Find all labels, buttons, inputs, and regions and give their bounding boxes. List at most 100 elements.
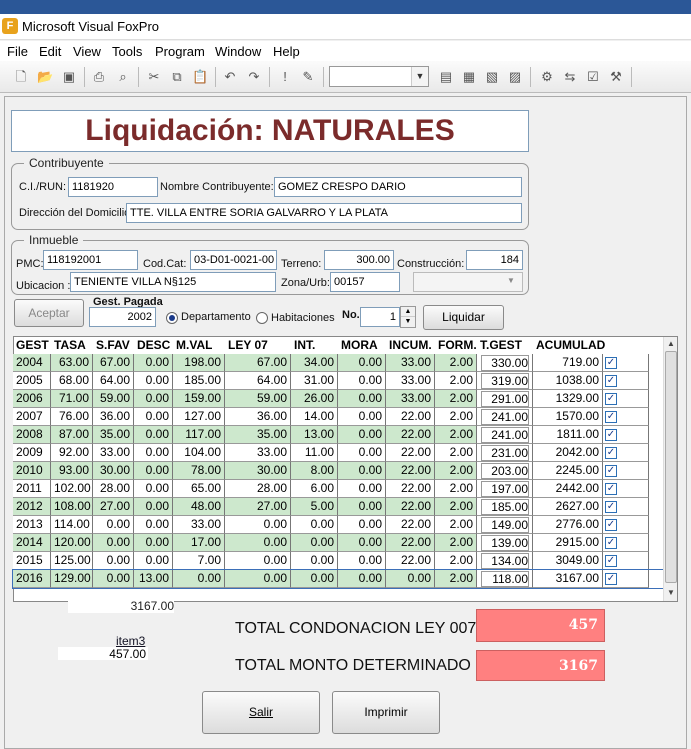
tgest-value[interactable]: 241.00 bbox=[481, 427, 529, 443]
chevron-down-icon[interactable]: ▼ bbox=[401, 317, 415, 327]
checkbox-icon[interactable]: ✓ bbox=[605, 393, 617, 405]
chevron-down-icon[interactable]: ▼ bbox=[664, 586, 678, 600]
salir-button[interactable]: Salir bbox=[202, 691, 320, 734]
checkbox-icon[interactable]: ✓ bbox=[605, 357, 617, 369]
redo-icon[interactable]: ↷ bbox=[245, 68, 263, 86]
menu-view[interactable]: View bbox=[73, 44, 101, 59]
gest-pagada-field[interactable]: 2002 bbox=[89, 307, 156, 327]
run-icon[interactable]: ! bbox=[276, 68, 294, 86]
tgest-value[interactable]: 203.00 bbox=[481, 463, 529, 479]
table-row[interactable]: 2011 102.00 28.00 0.00 65.00 28.00 6.00 0.00 22.… bbox=[13, 480, 663, 498]
checkbox-icon[interactable]: ✓ bbox=[605, 501, 617, 513]
menu-file[interactable]: File bbox=[7, 44, 28, 59]
tgest-value[interactable]: 197.00 bbox=[481, 481, 529, 497]
table-row[interactable]: 2010 93.00 30.00 0.00 78.00 30.00 8.00 0.00 22.0… bbox=[13, 462, 663, 480]
checkbox-icon[interactable]: ✓ bbox=[605, 447, 617, 459]
grid-cell-int: 5.00 bbox=[291, 498, 338, 516]
wrench-icon[interactable]: ⚒ bbox=[607, 68, 625, 86]
table-row[interactable]: 2013 114.00 0.00 0.00 33.00 0.00 0.00 0.00 22.00… bbox=[13, 516, 663, 534]
print-icon[interactable]: ⎙ bbox=[90, 68, 108, 86]
grid-cell-acumulad: 2776.00 bbox=[533, 516, 603, 534]
terreno-field[interactable]: 300.00 bbox=[324, 250, 394, 270]
undo-icon[interactable]: ↶ bbox=[221, 68, 239, 86]
table-row[interactable]: 2008 87.00 35.00 0.00 117.00 35.00 13.00 0.00 22… bbox=[13, 426, 663, 444]
class-browser-icon[interactable]: ⇆ bbox=[561, 68, 579, 86]
form-control-icon[interactable]: ☑ bbox=[584, 68, 602, 86]
open-folder-icon[interactable]: 📂 bbox=[36, 68, 54, 86]
tgest-value[interactable]: 134.00 bbox=[481, 553, 529, 569]
menu-edit[interactable]: Edit bbox=[39, 44, 61, 59]
cut-icon[interactable]: ✂ bbox=[145, 68, 163, 86]
no-spinner[interactable]: ▲ ▼ bbox=[400, 306, 416, 328]
chevron-down-icon[interactable]: ▼ bbox=[507, 276, 515, 285]
checkbox-icon[interactable]: ✓ bbox=[605, 411, 617, 423]
checkbox-icon[interactable]: ✓ bbox=[605, 573, 617, 585]
data-session-icon[interactable]: ▤ bbox=[437, 68, 455, 86]
chevron-down-icon[interactable]: ▼ bbox=[411, 67, 428, 86]
table-row[interactable]: 2015 125.00 0.00 0.00 7.00 0.00 0.00 0.00 22.00 2… bbox=[13, 552, 663, 570]
menu-program[interactable]: Program bbox=[155, 44, 205, 59]
zona-field[interactable]: 00157 bbox=[330, 272, 400, 292]
chevron-up-icon[interactable]: ▲ bbox=[401, 307, 415, 317]
tgest-value[interactable]: 330.00 bbox=[481, 355, 529, 371]
chevron-up-icon[interactable]: ▲ bbox=[664, 337, 678, 351]
construccion-field[interactable]: 184 bbox=[466, 250, 523, 270]
menu-tools[interactable]: Tools bbox=[112, 44, 142, 59]
table-row[interactable]: 2014 120.00 0.00 0.00 17.00 0.00 0.00 0.00 22.00… bbox=[13, 534, 663, 552]
nombre-field[interactable]: GOMEZ CRESPO DARIO bbox=[274, 177, 522, 197]
tgest-value[interactable]: 118.00 bbox=[481, 571, 529, 587]
report-icon[interactable]: ⚙ bbox=[538, 68, 556, 86]
save-icon[interactable]: ▣ bbox=[60, 68, 78, 86]
ubicacion-field[interactable]: TENIENTE VILLA N§125 bbox=[70, 272, 276, 292]
tgest-value[interactable]: 149.00 bbox=[481, 517, 529, 533]
form-designer-icon[interactable]: ▨ bbox=[506, 68, 524, 86]
table-row[interactable]: 2004 63.00 67.00 0.00 198.00 67.00 34.00 0.00 33… bbox=[13, 354, 663, 372]
code-window-icon[interactable]: ▧ bbox=[483, 68, 501, 86]
checkbox-icon[interactable]: ✓ bbox=[605, 465, 617, 477]
grid-cell-form: 2.00 bbox=[435, 516, 477, 534]
liquidar-button[interactable]: Liquidar bbox=[423, 305, 504, 330]
tgest-value[interactable]: 139.00 bbox=[481, 535, 529, 551]
imprimir-button[interactable]: Imprimir bbox=[332, 691, 440, 734]
grid-cell-form: 2.00 bbox=[435, 480, 477, 498]
menu-window[interactable]: Window bbox=[215, 44, 261, 59]
grid-cell-tasa: 108.00 bbox=[51, 498, 93, 516]
table-row[interactable]: 2007 76.00 36.00 0.00 127.00 36.00 14.00 0.00 22… bbox=[13, 408, 663, 426]
header-form: FORM. bbox=[438, 338, 477, 352]
tgest-value[interactable]: 231.00 bbox=[481, 445, 529, 461]
checkbox-icon[interactable]: ✓ bbox=[605, 519, 617, 531]
table-row[interactable]: 2012 108.00 27.00 0.00 48.00 27.00 5.00 0.00 22.… bbox=[13, 498, 663, 516]
checkbox-icon[interactable]: ✓ bbox=[605, 483, 617, 495]
copy-icon[interactable]: ⧉ bbox=[168, 68, 186, 86]
checkbox-icon[interactable]: ✓ bbox=[605, 375, 617, 387]
table-row[interactable]: 2016 129.00 0.00 13.00 0.00 0.00 0.00 0.00 0.00 2… bbox=[12, 569, 664, 589]
tgest-value[interactable]: 319.00 bbox=[481, 373, 529, 389]
habitaciones-radio[interactable] bbox=[256, 312, 268, 324]
modify-form-icon[interactable]: ✎ bbox=[299, 68, 317, 86]
new-file-icon[interactable]: 🗋 bbox=[12, 68, 30, 86]
table-row[interactable]: 2009 92.00 33.00 0.00 104.00 33.00 11.00 0.00 22… bbox=[13, 444, 663, 462]
no-field[interactable]: 1 bbox=[360, 307, 400, 327]
print-preview-icon[interactable]: ⌕ bbox=[114, 68, 132, 86]
menu-help[interactable]: Help bbox=[273, 44, 300, 59]
codcat-field[interactable]: 03-D01-0021-00 bbox=[190, 250, 277, 270]
checkbox-icon[interactable]: ✓ bbox=[605, 555, 617, 567]
checkbox-icon[interactable]: ✓ bbox=[605, 537, 617, 549]
tgest-value[interactable]: 241.00 bbox=[481, 409, 529, 425]
pmc-field[interactable]: 118192001 bbox=[43, 250, 138, 270]
grid-vertical-scrollbar[interactable]: ▲ ▼ bbox=[663, 337, 677, 601]
departamento-radio[interactable] bbox=[166, 312, 178, 324]
ci-field[interactable]: 1181920 bbox=[68, 177, 158, 197]
tgest-value[interactable]: 185.00 bbox=[481, 499, 529, 515]
table-row[interactable]: 2005 68.00 64.00 0.00 185.00 64.00 31.00 0.00 33… bbox=[13, 372, 663, 390]
table-row[interactable]: 2006 71.00 59.00 0.00 159.00 59.00 26.00 0.00 33… bbox=[13, 390, 663, 408]
grid-cell-form: 2.00 bbox=[435, 570, 477, 588]
tgest-value[interactable]: 291.00 bbox=[481, 391, 529, 407]
domicilio-field[interactable]: TTE. VILLA ENTRE SORIA GALVARRO Y LA PLA… bbox=[126, 203, 522, 223]
scrollbar-thumb[interactable] bbox=[665, 351, 677, 583]
aceptar-button[interactable]: Aceptar bbox=[14, 299, 84, 327]
paste-icon[interactable]: 📋 bbox=[191, 68, 209, 86]
checkbox-icon[interactable]: ✓ bbox=[605, 429, 617, 441]
properties-icon[interactable]: ▦ bbox=[460, 68, 478, 86]
grid-cell-acumulad: 3049.00 bbox=[533, 552, 603, 570]
